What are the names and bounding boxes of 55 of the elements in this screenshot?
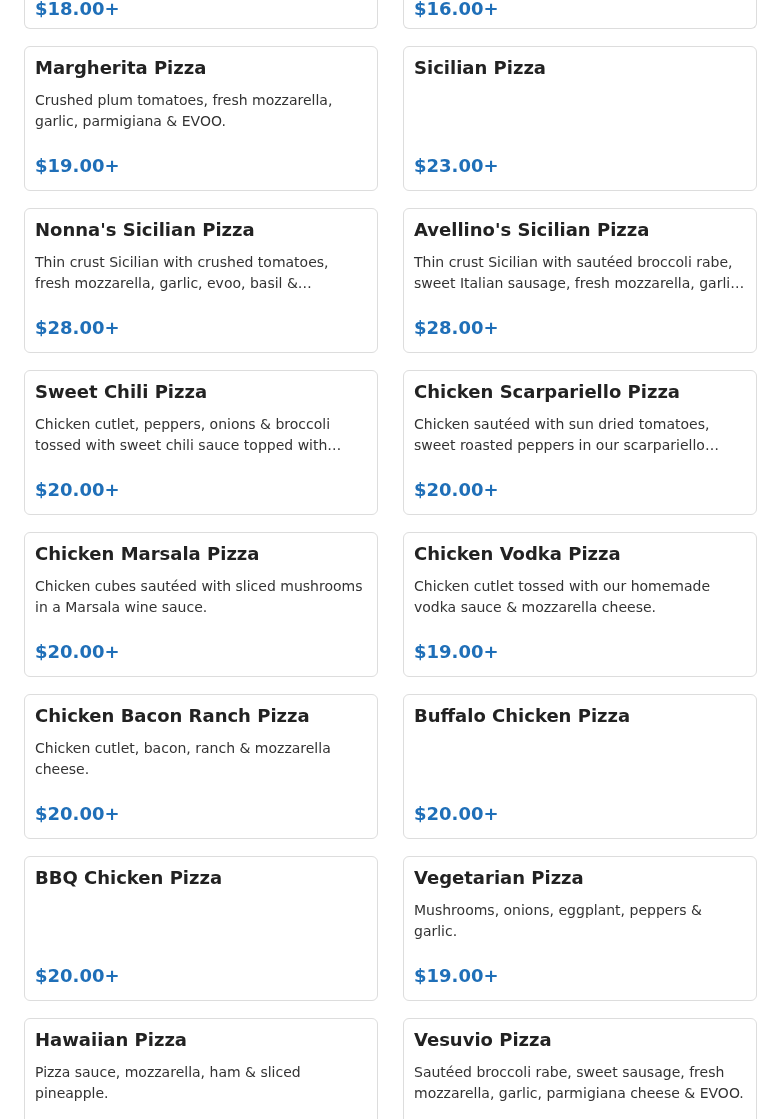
menu-card[interactable]: BBQ Chicken Pizza $20.00+ [24, 856, 378, 1001]
menu-card[interactable]: Vegetarian Pizza Mushrooms, onions, eggplant, peppers & garlic. $19.00+ [403, 856, 757, 1001]
item-description: Chicken cubes sautéed with sliced mushrooms in a Marsala wine sauce. [35, 577, 364, 617]
item-name: Sicilian Pizza [414, 56, 547, 80]
price: $20.00+ [414, 802, 500, 826]
item-description: Chicken cutlet, peppers, onions & broccoli tossed with sweet chili sauce topped with… [35, 415, 343, 455]
price: $20.00+ [35, 964, 121, 988]
item-name: Chicken Vodka Pizza [414, 542, 622, 566]
item-description: Sautéed broccoli rabe, sweet sausage, fresh mozzarella, garlic, parmigiana cheese & EVOO. [414, 1063, 745, 1103]
item-name: Avellino's Sicilian Pizza [414, 218, 651, 242]
item-description: Crushed plum tomatoes, fresh mozzarella, garlic, parmigiana & EVOO. [35, 91, 334, 131]
menu-card[interactable]: Nonna's Sicilian Pizza Thin crust Sicilian with crushed tomatoes, fresh mozzarella, garlic, evoo, basil &… $28.00+ [24, 208, 378, 353]
price: $28.00+ [414, 316, 500, 340]
menu-card[interactable]: Chicken Bacon Ranch Pizza Chicken cutlet, bacon, ranch & mozzarella cheese. $20.00+ [24, 694, 378, 839]
price: $19.00+ [414, 964, 500, 988]
item-description: Thin crust Sicilian with crushed tomatoes, fresh mozzarella, garlic, evoo, basil &… [35, 253, 330, 293]
price: $19.00+ [35, 154, 121, 178]
price: $20.00+ [414, 478, 500, 502]
item-name: Hawaiian Pizza [35, 1028, 188, 1052]
menu-card[interactable]: Avellino's Sicilian Pizza Thin crust Sicilian with sautéed broccoli rabe, sweet Italian sausage, fresh mozzarella, garli… $28.00+ [403, 208, 757, 353]
menu-card[interactable]: $18.00+ [24, 0, 378, 29]
menu-card[interactable]: Chicken Scarpariello Pizza Chicken sautéed with sun dried tomatoes, sweet roasted peppers in our scarpariello… $20.00+ [403, 370, 757, 515]
item-name: Vegetarian Pizza [414, 866, 585, 890]
item-name: Nonna's Sicilian Pizza [35, 218, 256, 242]
price: $20.00+ [35, 640, 121, 664]
item-description: Pizza sauce, mozzarella, ham & sliced pineapple. [35, 1063, 302, 1103]
item-name: Chicken Scarpariello Pizza [414, 380, 682, 404]
price: $20.00+ [35, 478, 121, 502]
menu-card[interactable]: Sicilian Pizza $23.00+ [403, 46, 757, 191]
menu-card[interactable]: Hawaiian Pizza Pizza sauce, mozzarella, ham & sliced pineapple. [24, 1018, 378, 1119]
price: $23.00+ [414, 154, 500, 178]
item-name: BBQ Chicken Pizza [35, 866, 224, 890]
item-name: Chicken Marsala Pizza [35, 542, 261, 566]
menu-card[interactable]: Vesuvio Pizza Sautéed broccoli rabe, sweet sausage, fresh mozzarella, garlic, parmigiana cheese & EVOO. [403, 1018, 757, 1119]
menu-card[interactable]: Buffalo Chicken Pizza $20.00+ [403, 694, 757, 839]
item-description: Chicken cutlet tossed with our homemade vodka sauce & mozzarella cheese. [414, 577, 712, 617]
price: $16.00+ [414, 0, 500, 18]
item-name: Buffalo Chicken Pizza [414, 704, 632, 728]
item-description: Chicken sautéed with sun dried tomatoes, sweet roasted peppers in our scarpariello… [414, 415, 720, 455]
menu-card[interactable]: Margherita Pizza Crushed plum tomatoes, fresh mozzarella, garlic, parmigiana & EVOO. $19.00+ [24, 46, 378, 191]
item-description: Mushrooms, onions, eggplant, peppers & garlic. [414, 901, 703, 941]
menu-card[interactable]: Chicken Marsala Pizza Chicken cubes sautéed with sliced mushrooms in a Marsala wine sauce. $20.00+ [24, 532, 378, 677]
price: $19.00+ [414, 640, 500, 664]
price: $18.00+ [35, 0, 121, 18]
menu-card[interactable]: Chicken Vodka Pizza Chicken cutlet tossed with our homemade vodka sauce & mozzarella cheese. $19.00+ [403, 532, 757, 677]
menu-card[interactable]: $16.00+ [403, 0, 757, 29]
price: $28.00+ [35, 316, 121, 340]
item-name: Vesuvio Pizza [414, 1028, 553, 1052]
price: $20.00+ [35, 802, 121, 826]
item-description: Chicken cutlet, bacon, ranch & mozzarella cheese. [35, 739, 332, 779]
item-name: Margherita Pizza [35, 56, 208, 80]
item-name: Sweet Chili Pizza [35, 380, 209, 404]
menu-card[interactable]: Sweet Chili Pizza Chicken cutlet, peppers, onions & broccoli tossed with sweet chili sauce topped with… $20.00+ [24, 370, 378, 515]
item-name: Chicken Bacon Ranch Pizza [35, 704, 311, 728]
item-description: Thin crust Sicilian with sautéed broccoli rabe, sweet Italian sausage, fresh mozzarella, garli… [414, 253, 746, 293]
